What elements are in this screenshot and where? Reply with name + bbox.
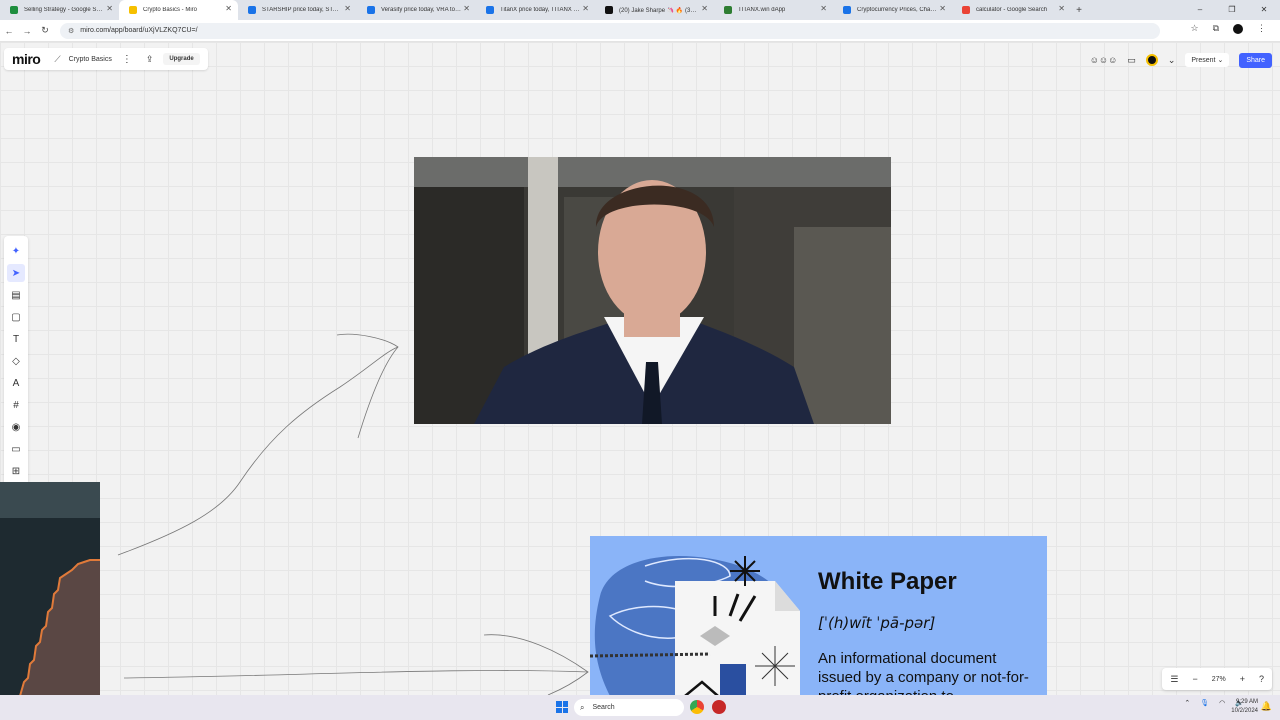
- portrait-photo[interactable]: [414, 157, 891, 424]
- taskbar-search-input[interactable]: ⌕ Search: [574, 699, 684, 716]
- browser-menu-icon[interactable]: ⋮: [1257, 23, 1266, 34]
- list-view-icon[interactable]: ☰: [1170, 674, 1178, 685]
- sheets-favicon-icon: [10, 6, 18, 14]
- shapes-icon[interactable]: ◇: [7, 352, 25, 370]
- ai-sparkle-icon[interactable]: ✦: [7, 242, 25, 260]
- forward-arrow-icon[interactable]: →: [18, 26, 36, 36]
- windows-start-icon[interactable]: [556, 701, 568, 713]
- new-tab-button[interactable]: +: [1071, 5, 1087, 16]
- more-apps-icon[interactable]: ⊞: [7, 462, 25, 480]
- text-tool-icon[interactable]: T: [7, 330, 25, 348]
- templates-icon[interactable]: ▤: [7, 286, 25, 304]
- browser-tab[interactable]: Verasity price today, VRA to US ✕: [357, 0, 476, 20]
- url-input[interactable]: ⚙ miro.com/app/board/uXjVLZKQ7CU=/: [60, 22, 1160, 39]
- comments-icon[interactable]: ▭: [1127, 55, 1136, 66]
- close-tab-icon[interactable]: ✕: [106, 4, 113, 13]
- coin-favicon-icon: [843, 6, 851, 14]
- microphone-icon[interactable]: 🎙: [1200, 699, 1209, 707]
- os-taskbar: ⌕ Search ⌃ 🎙 ◠ 🔈 9:29 AM 10/2/2024 🔔: [0, 695, 1280, 720]
- zoom-level[interactable]: 27%: [1212, 676, 1226, 683]
- minimize-button[interactable]: –: [1184, 0, 1216, 20]
- close-window-button[interactable]: ✕: [1248, 0, 1280, 20]
- titanx-favicon-icon: [724, 6, 732, 14]
- close-tab-icon[interactable]: ✕: [820, 4, 827, 13]
- coin-favicon-icon: [248, 6, 256, 14]
- extensions-icon[interactable]: ⧉: [1213, 23, 1219, 34]
- app-icon[interactable]: [712, 700, 726, 714]
- browser-tab[interactable]: Selling Strategy - Google Shee ✕: [0, 0, 119, 20]
- wifi-icon[interactable]: ◠: [1219, 699, 1225, 707]
- price-line-icon: [19, 559, 100, 696]
- white-paper-card[interactable]: White Paper [ˈ(h)wīt ˈpā-pər] An informa…: [590, 536, 1047, 696]
- emoji-icon[interactable]: ◉: [7, 418, 25, 436]
- browser-tab[interactable]: calculator - Google Search ✕: [952, 0, 1071, 20]
- board-icon: ⟋: [54, 53, 61, 64]
- board-name[interactable]: Crypto Basics: [69, 56, 112, 63]
- close-tab-icon[interactable]: ✕: [1058, 4, 1065, 13]
- share-button[interactable]: Share: [1239, 52, 1272, 68]
- creation-toolbar: ✦ ➤ ▤ ▢ T ◇ A # ◉ ▭ ⊞: [4, 236, 28, 486]
- upgrade-button[interactable]: Upgrade: [163, 53, 200, 65]
- close-tab-icon[interactable]: ✕: [463, 4, 470, 13]
- board-header: miro ⟋ Crypto Basics ⋮ ⇪ Upgrade: [4, 48, 208, 70]
- browser-tab[interactable]: Cryptocurrency Prices, Charts A ✕: [833, 0, 952, 20]
- collaboration-toolbar: ☺☺☺ ▭ ⌄ Present ⌄ Share: [1090, 50, 1272, 70]
- close-tab-icon[interactable]: ✕: [344, 4, 351, 13]
- close-tab-icon[interactable]: ✕: [582, 4, 589, 13]
- taskbar-clock[interactable]: 9:29 AM 10/2/2024: [1231, 698, 1258, 716]
- site-info-icon[interactable]: ⚙: [68, 27, 74, 35]
- back-arrow-icon[interactable]: ←: [0, 26, 18, 36]
- user-avatar[interactable]: [1145, 54, 1158, 66]
- help-icon[interactable]: ?: [1259, 674, 1264, 684]
- address-bar-row: ← → ↻ ⚙ miro.com/app/board/uXjVLZKQ7CU=/…: [0, 20, 1280, 42]
- chrome-icon[interactable]: [690, 700, 704, 714]
- portrait-image: [414, 157, 891, 424]
- chevron-up-icon[interactable]: ⌃: [1184, 699, 1190, 707]
- browser-tab[interactable]: TITANX.win dApp ✕: [714, 0, 833, 20]
- white-paper-definition: An informational document issued by a co…: [818, 650, 1029, 696]
- x-favicon-icon: [605, 6, 613, 14]
- restore-button[interactable]: ❐: [1216, 0, 1248, 20]
- browser-tab[interactable]: TitanX price today, TITANX to U ✕: [476, 0, 595, 20]
- sticky-note-icon[interactable]: ▢: [7, 308, 25, 326]
- chevron-down-icon[interactable]: ⌄: [1168, 55, 1176, 66]
- coin-favicon-icon: [367, 6, 375, 14]
- present-button[interactable]: Present ⌄: [1185, 53, 1230, 67]
- board-menu-icon[interactable]: ⋮: [122, 54, 132, 65]
- browser-tab[interactable]: STARSHIP price today, STARSH ✕: [238, 0, 357, 20]
- notification-bell-icon[interactable]: 🔔: [1261, 701, 1272, 712]
- document-illustration: [590, 556, 800, 696]
- miro-logo[interactable]: miro: [12, 51, 41, 67]
- close-tab-icon[interactable]: ✕: [939, 4, 946, 13]
- browser-actions: ☆ ⧉ ⋮: [1190, 23, 1266, 34]
- export-icon[interactable]: ⇪: [146, 54, 154, 65]
- zoom-out-button[interactable]: −: [1192, 674, 1197, 684]
- browser-tab-bar: Selling Strategy - Google Shee ✕ Crypto B…: [0, 0, 1280, 20]
- browser-tab[interactable]: (20) Jake Sharpe 🦄 🔥 (369, 2 ✕: [595, 0, 714, 20]
- zoom-controls: ☰ − 27% + ?: [1162, 668, 1272, 690]
- chart-image-fragment[interactable]: [0, 482, 100, 696]
- browser-tab-active[interactable]: Crypto Basics - Miro ✕: [119, 0, 238, 20]
- profile-avatar[interactable]: [1233, 23, 1243, 34]
- white-paper-pronunciation: [ˈ(h)wīt ˈpā-pər]: [818, 614, 936, 632]
- close-tab-icon[interactable]: ✕: [225, 4, 232, 13]
- reload-icon[interactable]: ↻: [36, 25, 54, 36]
- zoom-in-button[interactable]: +: [1240, 674, 1245, 684]
- comment-tool-icon[interactable]: ▭: [7, 440, 25, 458]
- close-tab-icon[interactable]: ✕: [701, 4, 708, 13]
- select-cursor-icon[interactable]: ➤: [7, 264, 25, 282]
- window-controls: – ❐ ✕: [1184, 0, 1280, 20]
- frame-icon[interactable]: #: [7, 396, 25, 414]
- search-icon: ⌕: [580, 702, 585, 712]
- white-paper-title: White Paper: [818, 568, 957, 595]
- reactions-icon[interactable]: ☺☺☺: [1090, 55, 1118, 65]
- miro-favicon-icon: [129, 6, 137, 14]
- bookmark-star-icon[interactable]: ☆: [1190, 23, 1198, 34]
- pen-icon[interactable]: A: [7, 374, 25, 392]
- coin-favicon-icon: [486, 6, 494, 14]
- google-favicon-icon: [962, 6, 970, 14]
